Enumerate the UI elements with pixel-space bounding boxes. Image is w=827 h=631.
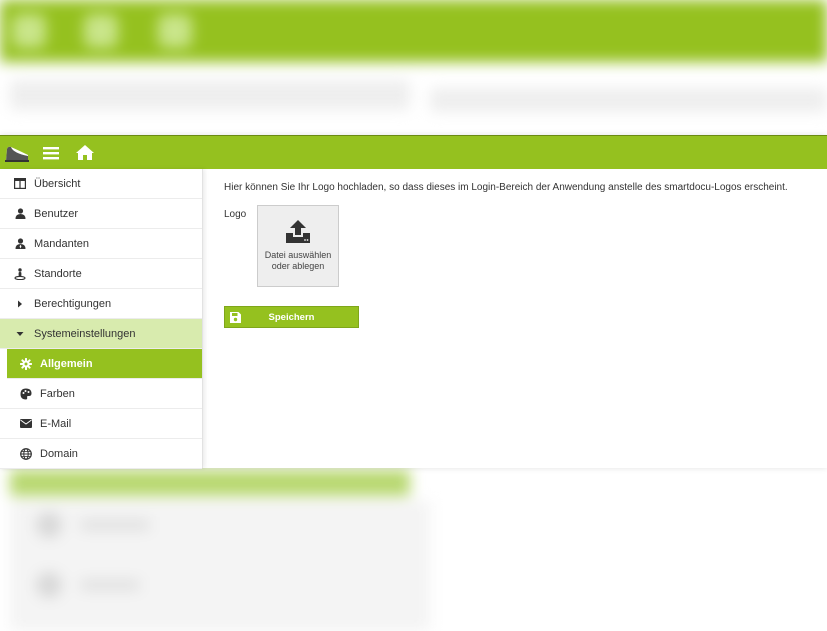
sidebar-item-label: Systemeinstellungen <box>34 327 136 340</box>
caret-down-icon <box>14 328 26 340</box>
menu-button[interactable] <box>34 136 68 169</box>
bg-bar <box>80 580 140 590</box>
sidebar-item-label: Farben <box>40 387 75 400</box>
logo-dropzone[interactable]: Datei auswählen oder ablegen <box>257 205 339 287</box>
save-button[interactable]: Speichern <box>224 306 359 328</box>
logo-label: Logo <box>224 209 247 220</box>
bg-disc <box>36 512 62 538</box>
sidebar-subitem-email[interactable]: E-Mail <box>0 409 202 439</box>
sidebar-subitem-allgemein[interactable]: Allgemein <box>7 349 202 379</box>
intro-text: Hier können Sie Ihr Logo hochladen, so d… <box>224 182 788 193</box>
dropzone-line2: oder ablegen <box>271 261 325 271</box>
floppy-disk-icon <box>230 312 241 323</box>
bg-row <box>10 80 410 110</box>
home-icon <box>76 145 94 160</box>
dropzone-line1: Datei auswählen <box>264 250 332 260</box>
sidebar-subitem-domain[interactable]: Domain <box>0 439 202 469</box>
dropzone-text: Datei auswählen oder ablegen <box>265 250 332 272</box>
sidebar-item-benutzer[interactable]: Benutzer <box>0 199 202 229</box>
bg-logo-shape <box>12 14 46 48</box>
caret-right-icon <box>14 298 26 310</box>
sidebar: Übersicht Benutzer Mandanten Standorte B… <box>0 169 203 469</box>
bg-green-row <box>10 470 410 496</box>
sidebar-item-label: Benutzer <box>34 207 79 220</box>
bg-card <box>10 500 430 631</box>
app-logo[interactable] <box>0 136 34 169</box>
top-toolbar <box>0 135 827 169</box>
sidebar-item-label: Allgemein <box>40 357 93 370</box>
map-marker-person-icon <box>14 267 26 280</box>
main-content: Hier können Sie Ihr Logo hochladen, so d… <box>224 181 824 328</box>
table-icon <box>14 178 26 190</box>
sidebar-item-mandanten[interactable]: Mandanten <box>0 229 202 259</box>
sidebar-item-standorte[interactable]: Standorte <box>0 259 202 289</box>
upload-icon <box>286 220 310 243</box>
bg-topbar <box>0 0 827 62</box>
sidebar-item-uebersicht[interactable]: Übersicht <box>0 169 202 199</box>
bg-bar <box>80 520 150 530</box>
globe-icon <box>20 447 32 460</box>
sidebar-item-systemeinstellungen[interactable]: Systemeinstellungen <box>0 319 202 349</box>
home-button[interactable] <box>68 136 102 169</box>
sidebar-item-label: Domain <box>40 447 78 460</box>
sidebar-item-label: Berechtigungen <box>34 297 112 310</box>
bg-icon-shape <box>158 14 192 48</box>
sidebar-item-label: Mandanten <box>34 237 90 250</box>
gear-icon <box>20 357 32 370</box>
sidebar-item-label: E-Mail <box>40 417 72 430</box>
sidebar-item-label: Übersicht <box>34 177 81 190</box>
save-button-label: Speichern <box>268 311 315 323</box>
bg-row <box>430 88 827 112</box>
palette-icon <box>20 388 32 400</box>
sidebar-item-label: Standorte <box>34 267 82 280</box>
logo-upload-row: Logo Datei auswählen oder ablegen <box>224 205 824 287</box>
user-tie-icon <box>14 238 26 250</box>
envelope-icon <box>20 418 32 430</box>
logo-icon <box>5 146 29 162</box>
bg-disc <box>36 572 62 598</box>
app-window: Übersicht Benutzer Mandanten Standorte B… <box>0 135 827 469</box>
sidebar-item-berechtigungen[interactable]: Berechtigungen <box>0 289 202 319</box>
user-icon <box>14 208 26 220</box>
hamburger-icon <box>43 146 59 159</box>
sidebar-subitem-farben[interactable]: Farben <box>0 379 202 409</box>
bg-icon-shape <box>84 14 118 48</box>
